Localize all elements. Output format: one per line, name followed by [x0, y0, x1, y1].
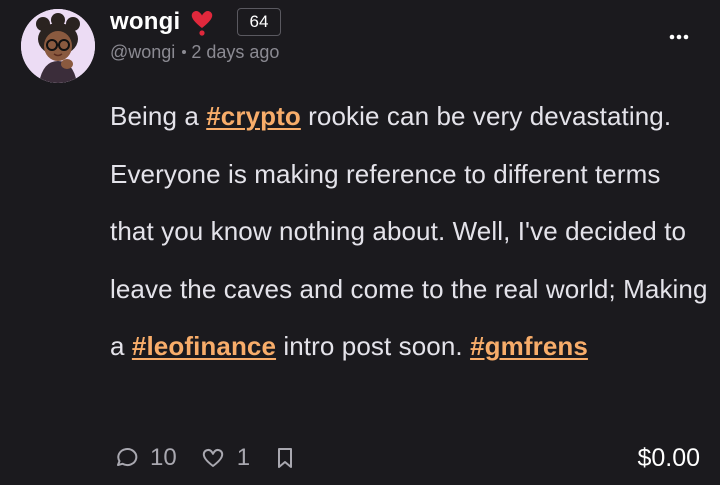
reputation-badge: 64	[237, 8, 281, 36]
payout-value[interactable]: $0.00	[637, 442, 700, 474]
post-text: intro post soon.	[276, 331, 471, 361]
avatar[interactable]	[21, 9, 95, 83]
bookmark-button[interactable]	[272, 444, 298, 472]
comment-icon	[117, 448, 138, 467]
bookmark-icon	[278, 448, 293, 468]
comment-count: 10	[150, 444, 177, 471]
post-actions: 10 1	[112, 442, 298, 474]
like-icon	[202, 448, 223, 467]
author-handle[interactable]: @wongi	[110, 42, 175, 62]
hashtag-crypto[interactable]: #crypto	[206, 101, 301, 131]
post-card: wongi 64 @wongi 2 days ago Being a #crypt…	[0, 0, 720, 485]
like-button[interactable]: 1	[199, 444, 250, 472]
comment-button[interactable]: 10	[112, 444, 177, 472]
hashtag-leofinance[interactable]: #leofinance	[132, 331, 276, 361]
hashtag-gmfrens[interactable]: #gmfrens	[470, 331, 588, 361]
avatar-image	[21, 9, 95, 83]
post-text: Being a	[110, 101, 207, 131]
author-name[interactable]: wongi	[110, 8, 180, 36]
post-text: rookie can be very devastating. Everyone…	[110, 101, 708, 361]
more-icon[interactable]	[664, 22, 694, 52]
post-time[interactable]: 2 days ago	[191, 42, 279, 62]
heart-emoji-icon	[191, 10, 213, 36]
like-count: 1	[236, 444, 251, 471]
post-body: Being a #crypto rookie can be very devas…	[110, 88, 710, 376]
separator-dot	[182, 49, 187, 54]
post-meta: @wongi 2 days ago	[110, 42, 279, 63]
